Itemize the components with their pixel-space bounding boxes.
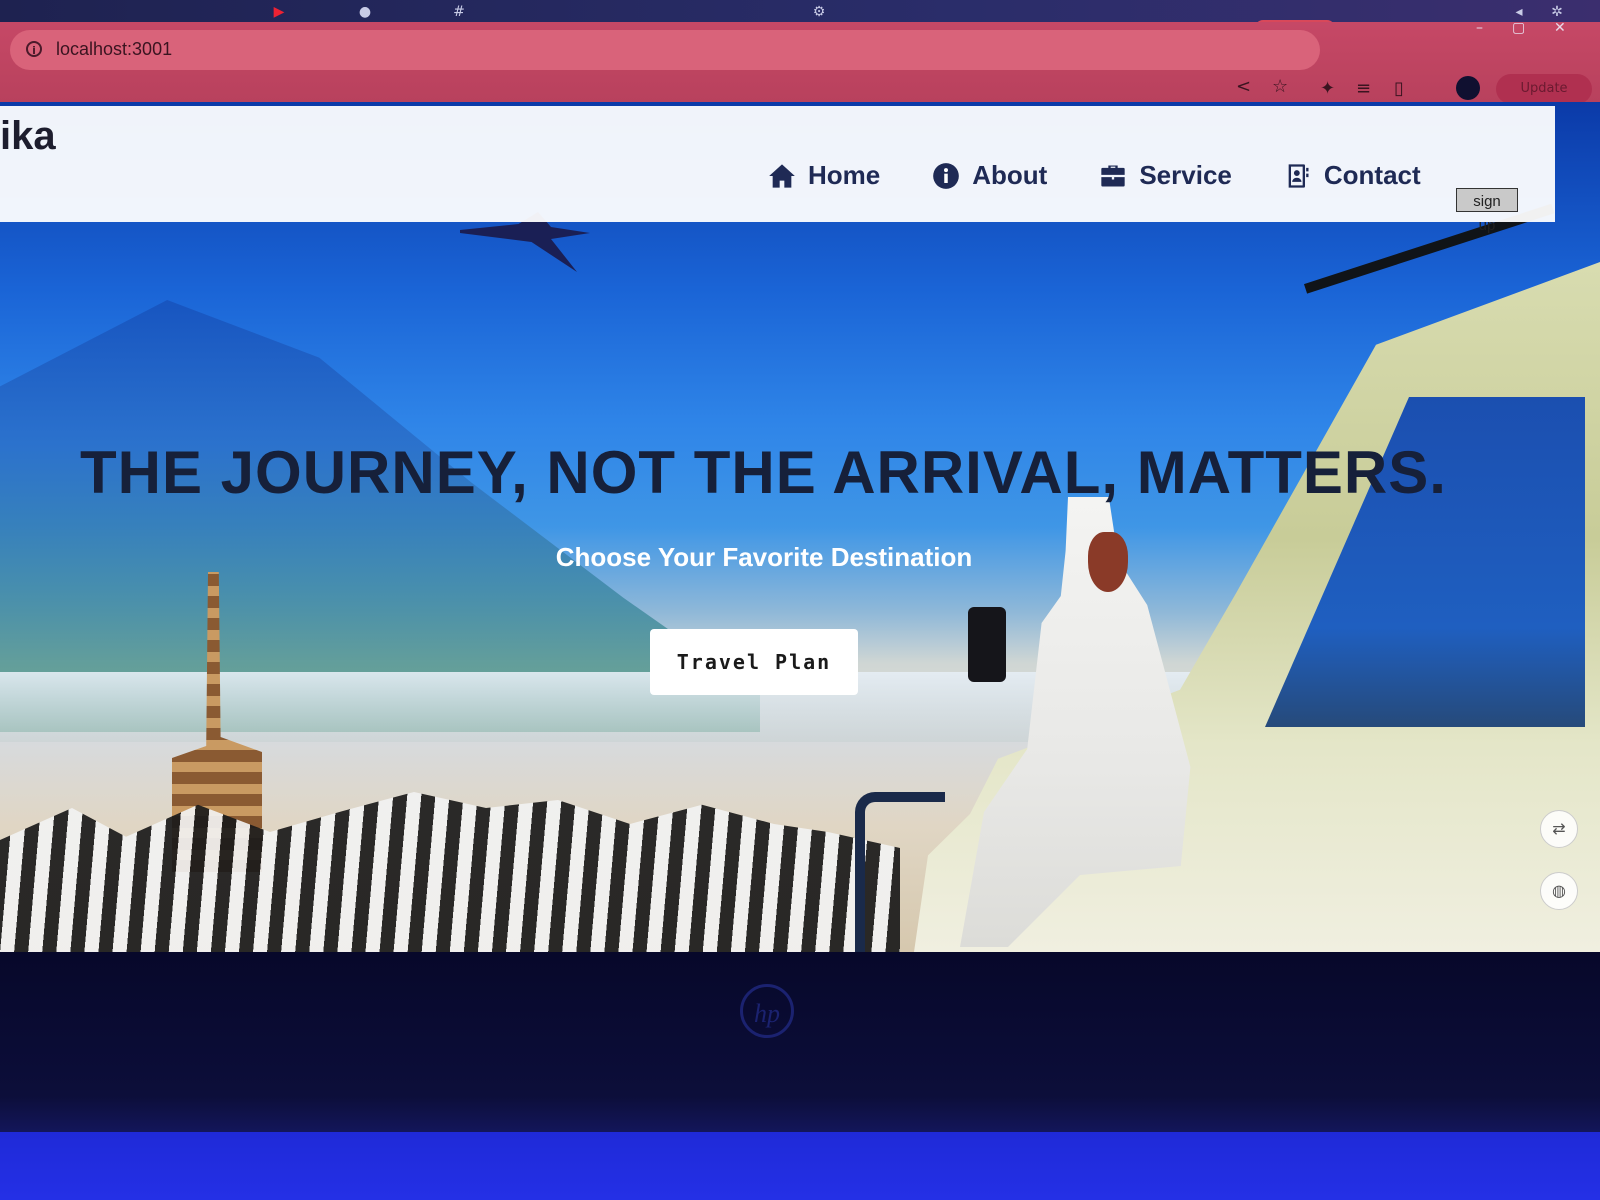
reading-list-icon[interactable]: ≡ (1356, 78, 1371, 99)
nav-service-label: Service (1139, 160, 1232, 190)
github-tab-icon[interactable]: ● (356, 3, 374, 21)
minimize-icon[interactable]: – (1476, 20, 1483, 36)
maximize-icon[interactable]: ▢ (1512, 20, 1525, 36)
extensions-icon[interactable]: ✦ (1320, 78, 1335, 99)
laptop-bezel: hp (0, 952, 1600, 1132)
site-info-icon[interactable]: i (26, 41, 42, 57)
nav-home-label: Home (808, 160, 881, 190)
hero-subheadline: Choose Your Favorite Destination (555, 542, 973, 572)
desk-surface (0, 1132, 1600, 1200)
briefcase-icon (1101, 165, 1126, 186)
nav-home[interactable]: Home (768, 160, 880, 191)
jeep-bumper (855, 792, 945, 952)
update-button[interactable]: Update (1496, 74, 1592, 104)
travel-plan-button[interactable]: Travel Plan (650, 629, 858, 695)
url-text[interactable]: localhost:3001 (56, 39, 172, 60)
address-bar[interactable]: i localhost:3001 (10, 30, 1320, 70)
close-window-icon[interactable]: ✕ (1554, 20, 1566, 36)
globe-icon[interactable]: ◍ (1540, 872, 1578, 910)
speaker-icon[interactable]: ◂ (1510, 3, 1528, 21)
nav-about[interactable]: About (932, 160, 1047, 191)
youtube-tab-icon[interactable]: ▶ (270, 3, 288, 21)
browser-toolbar: i localhost:3001 < ☆ ✦ ≡ ▯ Update – ▢ ✕ (0, 20, 1600, 104)
page-viewport: ika Home About Service Contact sign up T… (0, 102, 1600, 952)
contact-card-icon (1288, 163, 1309, 188)
hp-logo: hp (740, 984, 794, 1038)
binoculars-image (968, 607, 1006, 682)
nav-about-label: About (972, 160, 1048, 190)
site-navbar: ika Home About Service Contact sign up (0, 106, 1555, 234)
site-logo[interactable]: ika (0, 114, 56, 159)
share-icon[interactable]: < (1236, 76, 1251, 97)
figma-tab-icon[interactable]: # (450, 3, 468, 21)
hero-headline: THE JOURNEY, NOT THE ARRIVAL, MATTERS. (80, 439, 1447, 506)
translate-icon[interactable]: ⇄ (1540, 810, 1578, 848)
home-icon (769, 163, 795, 188)
side-panel-icon[interactable]: ▯ (1394, 78, 1404, 99)
nav-service[interactable]: Service (1099, 160, 1232, 191)
traveler-hair (1088, 532, 1128, 592)
info-icon (933, 162, 960, 189)
settings-tab-icon[interactable]: ⚙ (810, 3, 828, 21)
settings-icon[interactable]: ✲ (1548, 3, 1566, 21)
sign-up-button[interactable]: sign up (1456, 188, 1518, 234)
main-nav: Home About Service Contact (768, 160, 1421, 191)
nav-contact[interactable]: Contact (1284, 160, 1421, 191)
bookmark-star-icon[interactable]: ☆ (1272, 76, 1288, 97)
nav-contact-label: Contact (1323, 160, 1421, 190)
profile-avatar[interactable] (1456, 76, 1480, 100)
